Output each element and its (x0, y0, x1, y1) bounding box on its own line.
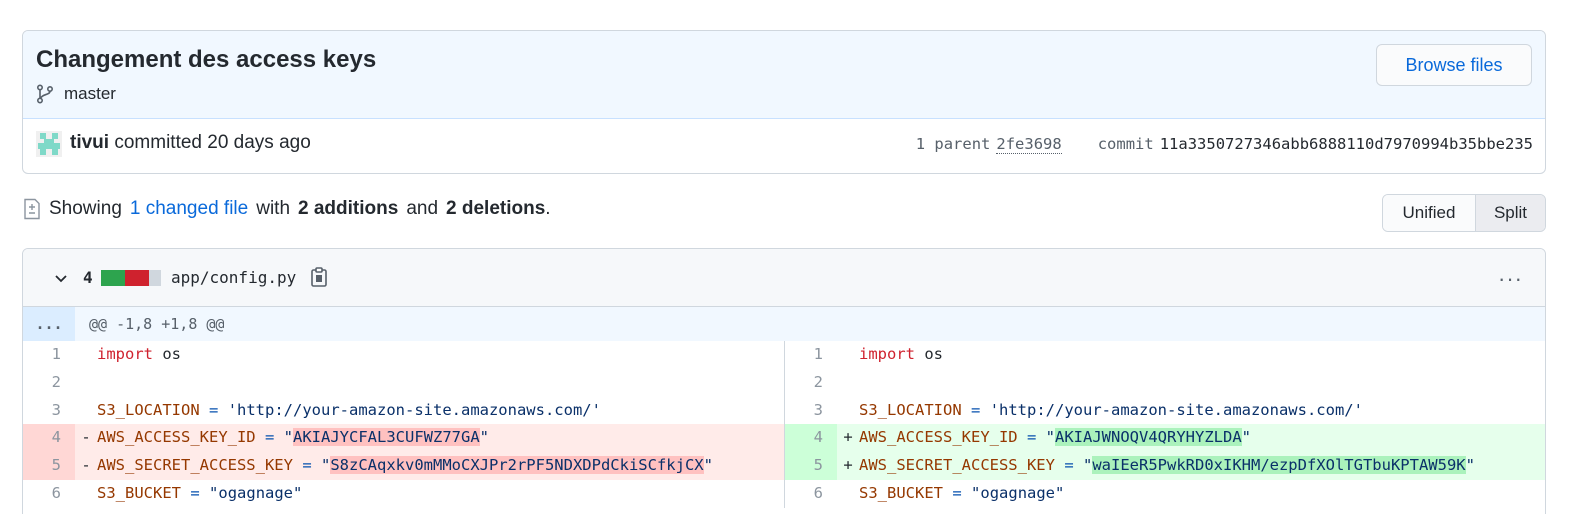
commit-label: commit (1097, 135, 1154, 153)
diff-row-left-4: 4- AWS_ACCESS_KEY_ID = "AKIAJYCFAL3CUFWZ7… (23, 424, 784, 452)
diff-mark (837, 397, 859, 425)
code-line: S3_LOCATION = 'http://your-amazon-site.a… (97, 400, 601, 419)
file-header: 4 app/config.py ··· (23, 249, 1545, 307)
code-line: S3_LOCATION = 'http://your-amazon-site.a… (859, 400, 1363, 419)
diff-row-right-6: 6 S3_BUCKET = "ogagnage" (785, 480, 1545, 508)
author-name[interactable]: tivui (70, 132, 109, 153)
author-line: tivui committed 20 days ago (70, 132, 311, 154)
code-line: AWS_SECRET_ACCESS_KEY = "S8zCAqxkv0mMMoC… (97, 456, 713, 474)
line-number[interactable]: 4 (785, 424, 837, 452)
git-branch-icon (36, 84, 54, 104)
line-number[interactable]: 5 (23, 452, 75, 480)
diffstat-block-added (101, 270, 113, 286)
line-number[interactable]: 4 (23, 424, 75, 452)
sha-info: 1 parent 2fe3698 commit 11a3350727346abb… (916, 135, 1533, 154)
line-number[interactable]: 2 (785, 369, 837, 397)
diff-row-left-6: 6 S3_BUCKET = "ogagnage" (23, 480, 784, 508)
hunk-range: @@ -1,8 +1,8 @@ (89, 315, 225, 333)
diff-mark (75, 397, 97, 425)
diff-mark (75, 341, 97, 369)
line-number[interactable]: 1 (23, 341, 75, 369)
browse-files-button[interactable]: Browse files (1376, 44, 1532, 86)
line-number[interactable]: 1 (785, 341, 837, 369)
change-count: 4 (83, 268, 93, 287)
line-number[interactable]: 6 (785, 480, 837, 508)
branch-label[interactable]: master (36, 84, 116, 104)
diffstat-block-deleted (137, 270, 149, 286)
line-number[interactable]: 5 (785, 452, 837, 480)
diff-row-right-3: 3 S3_LOCATION = 'http://your-amazon-site.… (785, 397, 1545, 425)
code-line: AWS_ACCESS_KEY_ID = "AKIAJWNOQV4QRYHYZLD… (859, 428, 1251, 447)
diffstat-block-deleted (125, 270, 137, 286)
diff-row-right-1: 1 import os (785, 341, 1545, 369)
unified-view-button[interactable]: Unified (1383, 195, 1475, 231)
commit-meta: tivui committed 20 days ago 1 parent 2fe… (23, 119, 1545, 173)
summary-with: with (256, 198, 291, 219)
diff-row-left-5: 5- AWS_SECRET_ACCESS_KEY = "S8zCAqxkv0mMM… (23, 452, 784, 480)
additions-count: 2 additions (298, 198, 399, 219)
diff-mark (837, 480, 859, 508)
diff-mark (75, 369, 97, 397)
diff-mark: - (81, 428, 91, 447)
diff-row-left-1: 1 import os (23, 341, 784, 369)
diff-mark (75, 480, 97, 508)
line-number[interactable]: 3 (23, 397, 75, 425)
commit-title-bar: Changement des access keys master Browse… (23, 31, 1545, 119)
commit-sha: 11a3350727346abb6888110d7970994b35bbe235 (1159, 135, 1533, 153)
file-diff-icon (24, 198, 40, 220)
commit-title: Changement des access keys (36, 46, 377, 73)
deletions-count: 2 deletions (446, 198, 546, 219)
diff-mark (837, 341, 859, 369)
parent-sha-link[interactable]: 2fe3698 (996, 135, 1062, 154)
diff-row-right-5: 5 + AWS_SECRET_ACCESS_KEY = "waIEeR5PwkRD0… (785, 452, 1545, 480)
code-line: import os (859, 345, 944, 363)
diff-right-side: 1 import os 2 3 S3_LOCATION = 'http://your… (784, 341, 1545, 508)
code-line: S3_BUCKET = "ogagnage" (97, 483, 303, 502)
diff-row-right-4: 4 + AWS_ACCESS_KEY_ID = "AKIAJWNOQV4QRYHYZ… (785, 424, 1545, 452)
diff-mark (837, 369, 859, 397)
avatar[interactable] (36, 131, 62, 157)
diff-mark: + (843, 456, 853, 474)
split-view-button[interactable]: Split (1475, 195, 1545, 231)
chevron-down-icon[interactable] (53, 270, 69, 286)
diffstat-block-added (113, 270, 125, 286)
more-options-icon[interactable]: ··· (1498, 266, 1523, 292)
diff-row-left-3: 3 S3_LOCATION = 'http://your-amazon-site.… (23, 397, 784, 425)
diff-view-toggle: Unified Split (1382, 194, 1546, 232)
branch-name: master (64, 84, 116, 103)
line-number[interactable]: 6 (23, 480, 75, 508)
code-line: AWS_ACCESS_KEY_ID = "AKIAJYCFAL3CUFWZ77G… (97, 428, 489, 447)
commit-header: Changement des access keys master Browse… (22, 30, 1546, 174)
hunk-header: ... @@ -1,8 +1,8 @@ (23, 307, 1545, 341)
summary-and: and (406, 198, 439, 219)
code-line: import os (97, 345, 182, 363)
split-diff-table: 1 import os 2 3 S3_LOCATION = 'http://your… (23, 341, 1545, 508)
file-name-link[interactable]: app/config.py (171, 268, 296, 287)
summary-period: . (545, 198, 551, 219)
line-number[interactable]: 3 (785, 397, 837, 425)
diff-row-left-2: 2 (23, 369, 784, 397)
diffstat-block-neutral (149, 270, 161, 286)
diff-mark: - (81, 456, 91, 474)
file-diff: 4 app/config.py ··· ... @@ -1,8 +1,8 @@ … (22, 248, 1546, 514)
summary-showing: Showing (49, 198, 122, 219)
parent-label: 1 parent (915, 135, 991, 153)
clipboard-icon[interactable] (310, 266, 328, 288)
committed-time: committed 20 days ago (114, 132, 311, 153)
diff-summary: Showing 1 changed file with 2 additions … (23, 198, 551, 220)
expand-hunk-button[interactable]: ... (23, 307, 75, 341)
diff-left-side: 1 import os 2 3 S3_LOCATION = 'http://your… (23, 341, 784, 508)
diff-row-right-2: 2 (785, 369, 1545, 397)
diffstat-bar (101, 270, 161, 286)
diff-mark: + (843, 428, 853, 447)
line-number[interactable]: 2 (23, 369, 75, 397)
changed-files-link[interactable]: 1 changed file (130, 198, 248, 220)
code-line: AWS_SECRET_ACCESS_KEY = "waIEeR5PwkRD0xI… (859, 456, 1475, 474)
code-line: S3_BUCKET = "ogagnage" (859, 483, 1065, 502)
